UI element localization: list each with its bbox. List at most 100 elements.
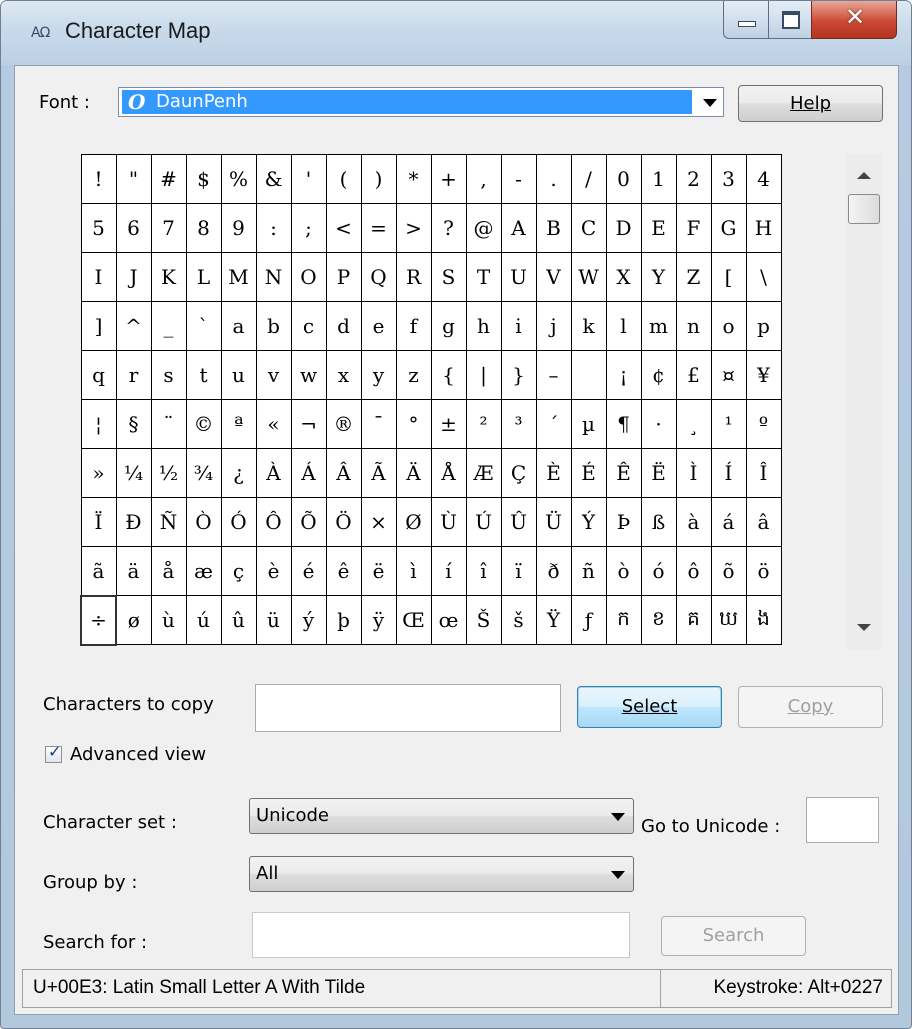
character-cell[interactable]: U [500, 252, 537, 302]
character-cell[interactable]: ä [115, 546, 152, 596]
character-cell[interactable]: í [430, 546, 467, 596]
character-cell[interactable]: u [220, 350, 257, 400]
character-cell[interactable]: n [675, 301, 712, 351]
character-cell[interactable]: ) [360, 154, 397, 204]
character-cell[interactable]: E [640, 203, 677, 253]
maximize-button[interactable] [768, 1, 812, 39]
character-cell[interactable]: Î [745, 448, 782, 498]
character-cell[interactable]: ® [325, 399, 362, 449]
scrollbar-thumb[interactable] [848, 194, 880, 224]
search-button[interactable]: Search [661, 916, 806, 956]
character-cell[interactable]: § [115, 399, 152, 449]
character-cell[interactable]: x [325, 350, 362, 400]
character-cell[interactable]: ß [640, 497, 677, 547]
scroll-up-arrow-icon[interactable] [857, 172, 871, 179]
character-cell[interactable]: · [640, 399, 677, 449]
chevron-down-icon[interactable] [611, 871, 625, 879]
grid-scrollbar[interactable] [846, 154, 882, 649]
character-cell[interactable]: ¡ [605, 350, 642, 400]
character-cell[interactable]: ì [395, 546, 432, 596]
character-cell[interactable]: Œ [395, 595, 432, 645]
character-cell[interactable]: – [535, 350, 572, 400]
character-cell[interactable]: Á [290, 448, 327, 498]
character-cell[interactable]: ü [255, 595, 292, 645]
character-cell[interactable]: B [535, 203, 572, 253]
character-cell[interactable]: 9 [220, 203, 257, 253]
character-cell[interactable]: e [360, 301, 397, 351]
character-cell[interactable]: គ [675, 595, 712, 645]
character-cell[interactable]: ø [115, 595, 152, 645]
character-cell[interactable]: 5 [80, 203, 117, 253]
character-cell[interactable]: Ó [220, 497, 257, 547]
character-cell[interactable]: ñ [570, 546, 607, 596]
character-cell[interactable]: ` [185, 301, 222, 351]
character-cell[interactable]: ï [500, 546, 537, 596]
character-cell[interactable]: À [255, 448, 292, 498]
character-cell[interactable]: Š [465, 595, 502, 645]
character-cell[interactable]: ´ [535, 399, 572, 449]
character-cell[interactable]: « [255, 399, 292, 449]
character-cell[interactable]: * [395, 154, 432, 204]
character-cell[interactable]: â [745, 497, 782, 547]
character-cell[interactable]: ³ [500, 399, 537, 449]
character-cell[interactable]: ª [220, 399, 257, 449]
character-cell[interactable]: + [430, 154, 467, 204]
character-cell[interactable]: Z [675, 252, 712, 302]
chevron-down-icon[interactable] [611, 813, 625, 821]
character-cell[interactable]: J [115, 252, 152, 302]
character-cell[interactable]: g [430, 301, 467, 351]
character-cell[interactable]: I [80, 252, 117, 302]
character-cell[interactable]: ç [220, 546, 257, 596]
character-cell[interactable]: 6 [115, 203, 152, 253]
character-cell[interactable]: t [185, 350, 222, 400]
character-cell[interactable]: × [360, 497, 397, 547]
character-cell[interactable]: d [325, 301, 362, 351]
character-cell[interactable]: - [500, 154, 537, 204]
chevron-down-icon[interactable] [703, 99, 717, 107]
character-cell[interactable]: a [220, 301, 257, 351]
character-cell[interactable]: » [80, 448, 117, 498]
character-cell[interactable]: ' [290, 154, 327, 204]
character-cell[interactable]: Ç [500, 448, 537, 498]
character-cell[interactable]: , [465, 154, 502, 204]
character-cell[interactable]: k [570, 301, 607, 351]
character-cell[interactable]: Þ [605, 497, 642, 547]
character-cell[interactable]: ÿ [360, 595, 397, 645]
character-cell[interactable]: Ú [465, 497, 502, 547]
character-cell[interactable]: h [465, 301, 502, 351]
character-cell[interactable]: > [395, 203, 432, 253]
character-cell[interactable]: ( [325, 154, 362, 204]
character-cell[interactable]: ^ [115, 301, 152, 351]
character-cell[interactable]: O [290, 252, 327, 302]
character-cell[interactable]: X [605, 252, 642, 302]
character-cell[interactable]: z [395, 350, 432, 400]
character-cell[interactable]: N [255, 252, 292, 302]
character-cell[interactable]: Ô [255, 497, 292, 547]
character-cell[interactable]: S [430, 252, 467, 302]
character-cell[interactable]: Ù [430, 497, 467, 547]
character-cell[interactable]: / [570, 154, 607, 204]
character-cell[interactable]: Ê [605, 448, 642, 498]
character-cell[interactable]: Í [710, 448, 747, 498]
character-cell[interactable]: É [570, 448, 607, 498]
character-cell[interactable]: < [325, 203, 362, 253]
character-cell[interactable]: û [220, 595, 257, 645]
character-cell[interactable]: î [465, 546, 502, 596]
character-cell[interactable]: ± [430, 399, 467, 449]
search-input[interactable] [252, 912, 630, 958]
character-cell[interactable]: L [185, 252, 222, 302]
character-cell[interactable]: ? [430, 203, 467, 253]
character-map-app-icon[interactable]: AΩ [31, 21, 59, 45]
character-cell[interactable]: G [710, 203, 747, 253]
character-cell[interactable]: # [150, 154, 187, 204]
character-cell[interactable]: ¥ [745, 350, 782, 400]
character-cell[interactable]: A [500, 203, 537, 253]
character-cell[interactable]: š [500, 595, 537, 645]
character-cell[interactable]: ង [745, 595, 782, 645]
character-cell[interactable]: W [570, 252, 607, 302]
character-cell[interactable]: œ [430, 595, 467, 645]
character-cell[interactable]: ¢ [640, 350, 677, 400]
group-by-dropdown[interactable]: All [249, 856, 634, 892]
character-cell[interactable]: å [150, 546, 187, 596]
character-cell[interactable]: Ø [395, 497, 432, 547]
